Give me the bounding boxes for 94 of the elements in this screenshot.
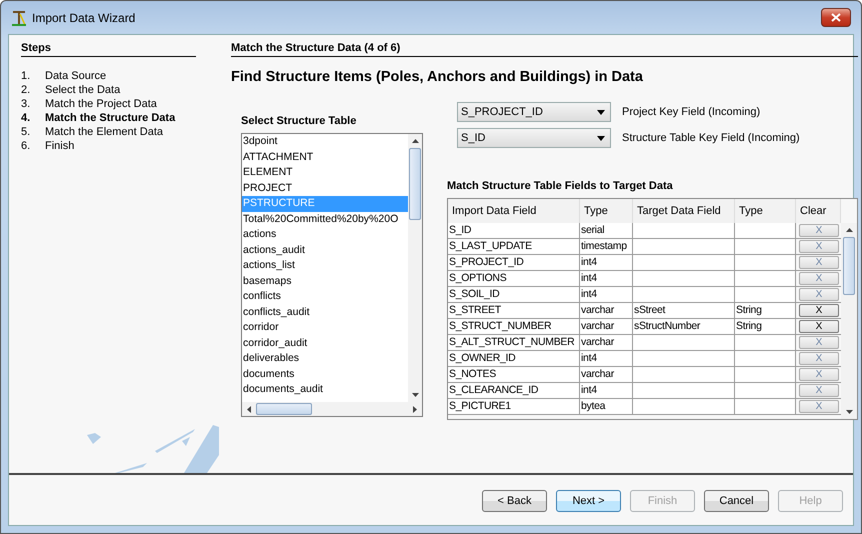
- close-button[interactable]: [821, 8, 851, 27]
- key-field-dropdown[interactable]: S_ID: [457, 128, 611, 148]
- table-cell: varchar: [580, 335, 633, 351]
- column-header[interactable]: Type: [735, 199, 796, 223]
- table-cell: int4: [580, 383, 633, 399]
- steps-heading: Steps: [21, 42, 196, 57]
- table-cell: S_SOIL_ID: [448, 287, 580, 303]
- dropdown-arrow-icon: [597, 110, 605, 114]
- clear-button[interactable]: X: [799, 304, 839, 317]
- table-cell: sStreet: [633, 303, 735, 319]
- step-number: 4.: [21, 111, 32, 125]
- list-item[interactable]: ELEMENT: [242, 165, 408, 180]
- step-label: Match the Project Data: [45, 97, 157, 111]
- table-cell: String: [735, 319, 796, 335]
- step-number: 6.: [21, 139, 32, 153]
- list-item[interactable]: 3dpoint: [242, 134, 408, 150]
- wizard-button[interactable]: Next >: [556, 490, 621, 512]
- table-cell: varchar: [580, 319, 633, 335]
- table-cell: S_OWNER_ID: [448, 351, 580, 367]
- scroll-left-icon: [247, 406, 251, 412]
- list-item[interactable]: PROJECT: [242, 180, 408, 196]
- list-item[interactable]: actions: [242, 227, 408, 242]
- clear-button[interactable]: X: [799, 320, 839, 333]
- list-item[interactable]: actions_list: [242, 258, 408, 274]
- column-header[interactable]: Clear: [796, 199, 841, 223]
- list-item[interactable]: corridor_audit: [242, 336, 408, 351]
- window-title: Import Data Wizard: [32, 10, 136, 24]
- table-cell: int4: [580, 351, 633, 367]
- horizontal-scrollbar[interactable]: [242, 402, 422, 416]
- list-item[interactable]: conflicts_audit: [242, 304, 408, 320]
- structure-table-label: Select Structure Table: [241, 115, 358, 127]
- step-label: Data Source: [45, 69, 106, 83]
- list-item[interactable]: documents_audit: [242, 382, 408, 398]
- table-cell: S_NOTES: [448, 367, 580, 383]
- dropdown-arrow-icon: [597, 136, 605, 140]
- page-heading: Find Structure Items (Poles, Anchors and Buildings) in Data: [231, 69, 644, 85]
- table-cell: S_PROJECT_ID: [448, 255, 580, 271]
- table-cell: S_STRUCT_NUMBER: [448, 319, 580, 335]
- table-cell: S_ID: [448, 223, 580, 239]
- list-item[interactable]: Total%20Committed%20by%20O: [242, 212, 408, 227]
- step-label: Match the Element Data: [45, 125, 164, 139]
- wizard-button[interactable]: < Back: [482, 490, 547, 512]
- step-label: Match the Structure Data: [45, 111, 176, 125]
- scroll-down-icon: [412, 393, 418, 397]
- pole-icon: [11, 8, 27, 26]
- step-label: Finish: [45, 139, 74, 153]
- table-cell: S_STREET: [448, 303, 580, 319]
- column-header[interactable]: Type: [580, 199, 633, 223]
- list-item[interactable]: conflicts: [242, 289, 408, 304]
- column-header[interactable]: Import Data Field: [448, 199, 580, 223]
- scroll-thumb[interactable]: [256, 403, 312, 415]
- table-cell: S_ALT_STRUCT_NUMBER: [448, 335, 580, 351]
- table-cell: S_OPTIONS: [448, 271, 580, 287]
- scroll-up-icon: [412, 139, 418, 143]
- page-title: Match the Structure Data (4 of 6): [231, 42, 858, 57]
- key-field-label: Structure Table Key Field (Incoming): [622, 132, 800, 144]
- list-item[interactable]: actions_audit: [242, 242, 408, 258]
- table-cell: timestamp: [580, 239, 633, 255]
- list-item[interactable]: documents: [242, 366, 408, 382]
- step-number: 1.: [21, 69, 32, 83]
- table-cell: int4: [580, 287, 633, 303]
- step-label: Select the Data: [45, 83, 120, 97]
- table-cell: int4: [580, 271, 633, 287]
- table-cell: sStructNumber: [633, 319, 735, 335]
- scroll-thumb[interactable]: [409, 148, 421, 220]
- scroll-up-icon: [846, 228, 852, 232]
- table-cell: S_CLEARANCE_ID: [448, 383, 580, 399]
- table-cell: String: [735, 303, 796, 319]
- list-item[interactable]: corridor: [242, 320, 408, 336]
- table-cell: serial: [580, 223, 633, 239]
- table-cell: varchar: [580, 367, 633, 383]
- list-item[interactable]: ATTACHMENT: [242, 150, 408, 165]
- vertical-scrollbar[interactable]: [841, 223, 857, 419]
- scroll-thumb[interactable]: [843, 237, 855, 295]
- table-cell: bytea: [580, 399, 633, 415]
- list-item[interactable]: deliverables: [242, 351, 408, 366]
- key-field-label: Project Key Field (Incoming): [622, 106, 760, 118]
- table-cell: int4: [580, 255, 633, 271]
- key-field-dropdown[interactable]: S_PROJECT_ID: [457, 102, 611, 122]
- wizard-button[interactable]: Cancel: [704, 490, 769, 512]
- column-header[interactable]: Target Data Field: [633, 199, 735, 223]
- close-icon: [831, 13, 841, 22]
- list-item[interactable]: basemaps: [242, 274, 408, 289]
- scroll-down-icon: [846, 410, 852, 414]
- vertical-scrollbar[interactable]: [408, 134, 422, 402]
- table-cell: varchar: [580, 303, 633, 319]
- scroll-right-icon: [413, 406, 417, 412]
- step-number: 3.: [21, 97, 32, 111]
- table-cell: S_PICTURE1: [448, 399, 580, 415]
- match-table-label: Match Structure Table Fields to Target Data: [447, 180, 674, 192]
- table-cell: S_LAST_UPDATE: [448, 239, 580, 255]
- step-number: 5.: [21, 125, 32, 139]
- structure-table-list[interactable]: [241, 133, 423, 417]
- step-number: 2.: [21, 83, 32, 97]
